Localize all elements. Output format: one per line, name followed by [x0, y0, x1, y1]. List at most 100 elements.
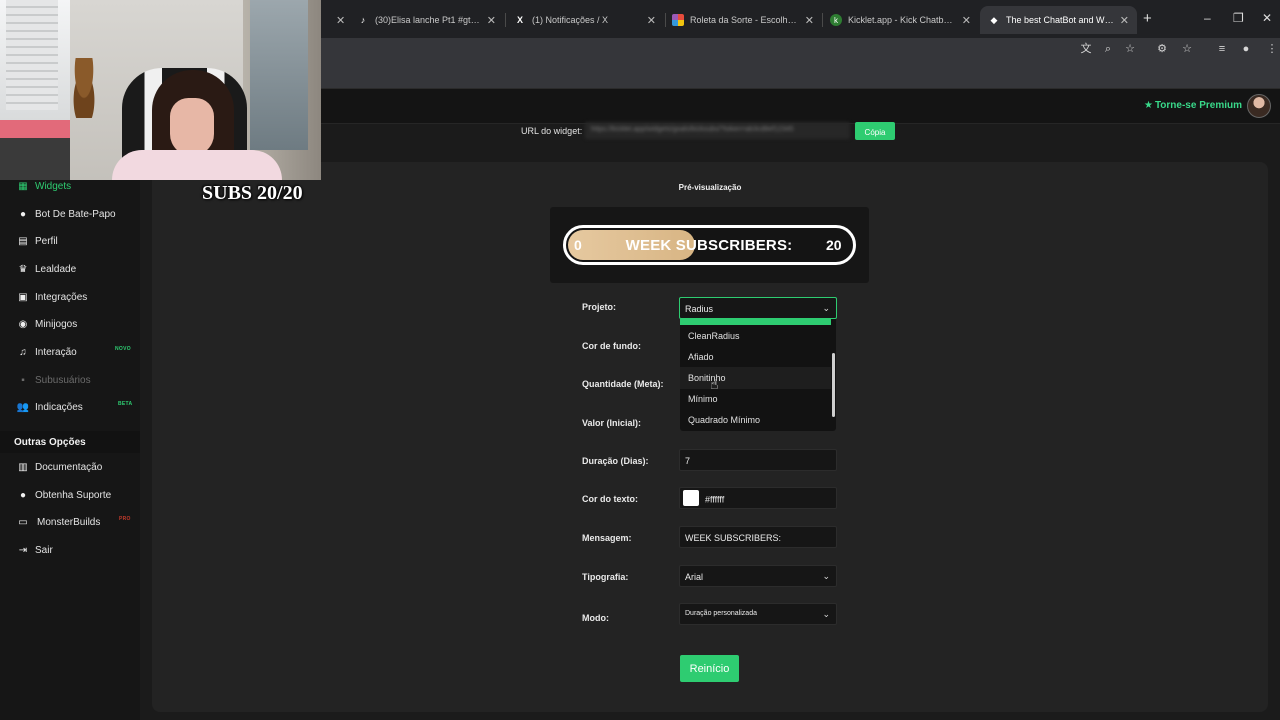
close-icon[interactable]: ✕ [962, 14, 971, 27]
star-icon: ★ [1143, 100, 1153, 111]
close-icon[interactable]: ✕ [647, 14, 656, 27]
plug-icon: ▣ [18, 291, 28, 303]
goal-current-value: 0 [574, 237, 582, 253]
sidebar-item-documentacao[interactable]: ▥ Documentação [17, 459, 102, 475]
copy-button[interactable]: Cópia [855, 122, 895, 140]
book-icon: ▥ [18, 461, 28, 473]
close-icon[interactable]: ✕ [487, 14, 496, 27]
minimize-button[interactable]: – [1204, 11, 1211, 25]
projeto-dropdown-list[interactable]: CleanRadius Afiado Bonitinho Mínimo Quad… [680, 319, 836, 431]
translate-icon[interactable]: 文 [1078, 42, 1094, 56]
close-icon[interactable]: ✕ [336, 14, 345, 27]
sidebar-item-label: MonsterBuilds [37, 516, 101, 528]
chevron-down-icon: ⌄ [822, 571, 830, 581]
chevron-down-icon: ⌄ [822, 303, 830, 313]
widget-url-field[interactable]: https://kicklet.app/widgets/goals/kicksu… [585, 122, 850, 139]
new-badge: NOVO [115, 346, 131, 352]
dropdown-option[interactable]: Bonitinho [688, 373, 726, 383]
sidebar-item-interacao[interactable]: ♫ Interação [17, 344, 77, 360]
tab-label: The best ChatBot and Widgets [1006, 15, 1114, 25]
sidebar-item-minijogos[interactable]: ◉ Minijogos [17, 316, 78, 332]
new-tab-button[interactable]: + [1143, 10, 1152, 27]
window-close-button[interactable]: ✕ [1262, 11, 1272, 25]
goal-target-value: 20 [826, 237, 842, 253]
sidebar-item-perfil[interactable]: ▤ Perfil [17, 233, 58, 249]
modo-label: Modo: [582, 613, 609, 623]
mensagem-label: Mensagem: [582, 533, 632, 543]
cam-person-face [170, 98, 214, 156]
subs-counter-overlay: SUBS 20/20 [202, 182, 303, 204]
robot-icon: ● [19, 208, 27, 220]
projeto-label: Projeto: [582, 302, 617, 312]
tab-tiktok[interactable]: ♪ (30)Elisa lanche Pt1 #gtarp #fr ✕ [349, 6, 504, 34]
sidebar-item-widgets[interactable]: ▦ Widgets [17, 178, 71, 194]
goal-message: WEEK SUBSCRIBERS: [625, 237, 793, 254]
projeto-select[interactable]: Radius ⌄ [679, 297, 837, 319]
tab-close-previous[interactable]: ✕ [322, 6, 348, 34]
premium-link[interactable]: ★ Torne-se Premium [1144, 100, 1242, 111]
id-card-icon: ▤ [18, 235, 28, 247]
cam-blinds [6, 0, 58, 110]
extension-icon[interactable]: ⚙ [1154, 42, 1170, 56]
preview-title: Pré-visualização [678, 183, 742, 192]
tipografia-value: Arial [685, 572, 704, 582]
sidebar-item-label: Widgets [35, 180, 72, 192]
sidebar-item-label: Interação [35, 346, 77, 358]
duracao-input[interactable]: 7 [679, 449, 837, 471]
tipografia-select[interactable]: Arial ⌄ [679, 565, 837, 587]
sidebar-item-label: Documentação [35, 461, 103, 473]
gamepad-icon: ◉ [18, 318, 28, 330]
dropdown-option[interactable]: Afiado [688, 352, 714, 362]
users-icon: ▪ [21, 374, 25, 386]
dropdown-option[interactable]: Mínimo [688, 394, 718, 404]
close-icon[interactable]: ✕ [1120, 14, 1129, 27]
sidebar-item-indicacoes[interactable]: 👥 Indicações [17, 399, 83, 415]
tab-x-notifications[interactable]: X (1) Notificações / X ✕ [506, 6, 664, 34]
mensagem-input[interactable]: WEEK SUBSCRIBERS: [679, 526, 837, 548]
favorites-icon[interactable]: ☆ [1179, 42, 1195, 56]
user-group-icon: 👥 [16, 401, 30, 413]
diamond-icon: ◆ [990, 14, 998, 25]
sidebar-item-monsterbuilds[interactable]: ▭ MonsterBuilds [17, 514, 100, 530]
grid-icon: ▦ [18, 180, 28, 192]
laptop-icon: ▭ [18, 516, 28, 528]
kicklet-icon: k [830, 14, 842, 26]
music-icon: ♫ [19, 346, 27, 358]
modo-select[interactable]: Duração personalizada ⌄ [679, 603, 837, 625]
zoom-icon[interactable]: ⌕ [1100, 42, 1116, 56]
sidebar-item-subusuarios: ▪ Subusuários [17, 372, 90, 388]
sidebar-item-lealdade[interactable]: ♛ Lealdade [17, 261, 77, 277]
cor-texto-input[interactable]: #ffffff [679, 487, 837, 509]
widget-url-label: URL do widget: [521, 126, 583, 136]
menu-icon[interactable]: ⋮ [1264, 42, 1280, 56]
sidebar-item-integracoes[interactable]: ▣ Integrações [17, 289, 87, 305]
sidebar-item-label: Indicações [35, 401, 83, 413]
dropdown-option[interactable]: CleanRadius [688, 331, 740, 341]
color-swatch[interactable] [683, 490, 699, 506]
tipografia-label: Tipografia: [582, 572, 629, 582]
profile-icon[interactable]: ● [1238, 42, 1254, 56]
restore-button[interactable]: ❐ [1233, 11, 1244, 25]
sidebar-item-sair[interactable]: ⇥ Sair [17, 542, 53, 558]
tab-roleta[interactable]: Roleta da Sorte - Escolha Pers ✕ [664, 6, 822, 34]
tiktok-icon: ♪ [360, 15, 366, 25]
dropdown-option[interactable]: Quadrado Mínimo [688, 415, 760, 425]
media-icon[interactable]: ≡ [1214, 42, 1230, 56]
tab-kicklet[interactable]: k Kicklet.app - Kick Chatbot and ✕ [822, 6, 979, 34]
close-icon[interactable]: ✕ [805, 14, 814, 27]
reset-button[interactable]: Reinício [680, 655, 739, 682]
wheel-icon [672, 14, 684, 26]
tab-active-widgets[interactable]: ◆ The best ChatBot and Widgets ✕ [980, 6, 1137, 34]
dropdown-scrollbar[interactable] [832, 353, 835, 417]
sidebar-item-label: Bot De Bate-Papo [35, 208, 116, 220]
sidebar-item-suporte[interactable]: ● Obtenha Suporte [17, 487, 111, 503]
selected-option-highlight [680, 319, 831, 325]
x-icon: X [516, 15, 523, 25]
sidebar-item-label: Integrações [35, 291, 88, 303]
cor-fundo-label: Cor de fundo: [582, 341, 641, 351]
avatar[interactable] [1247, 94, 1271, 118]
valor-label: Valor (Inicial): [582, 418, 642, 428]
hand-cursor-icon: ☝ [710, 376, 719, 392]
bookmark-star-icon[interactable]: ☆ [1122, 42, 1138, 56]
sidebar-item-chatbot[interactable]: ● Bot De Bate-Papo [17, 206, 116, 222]
